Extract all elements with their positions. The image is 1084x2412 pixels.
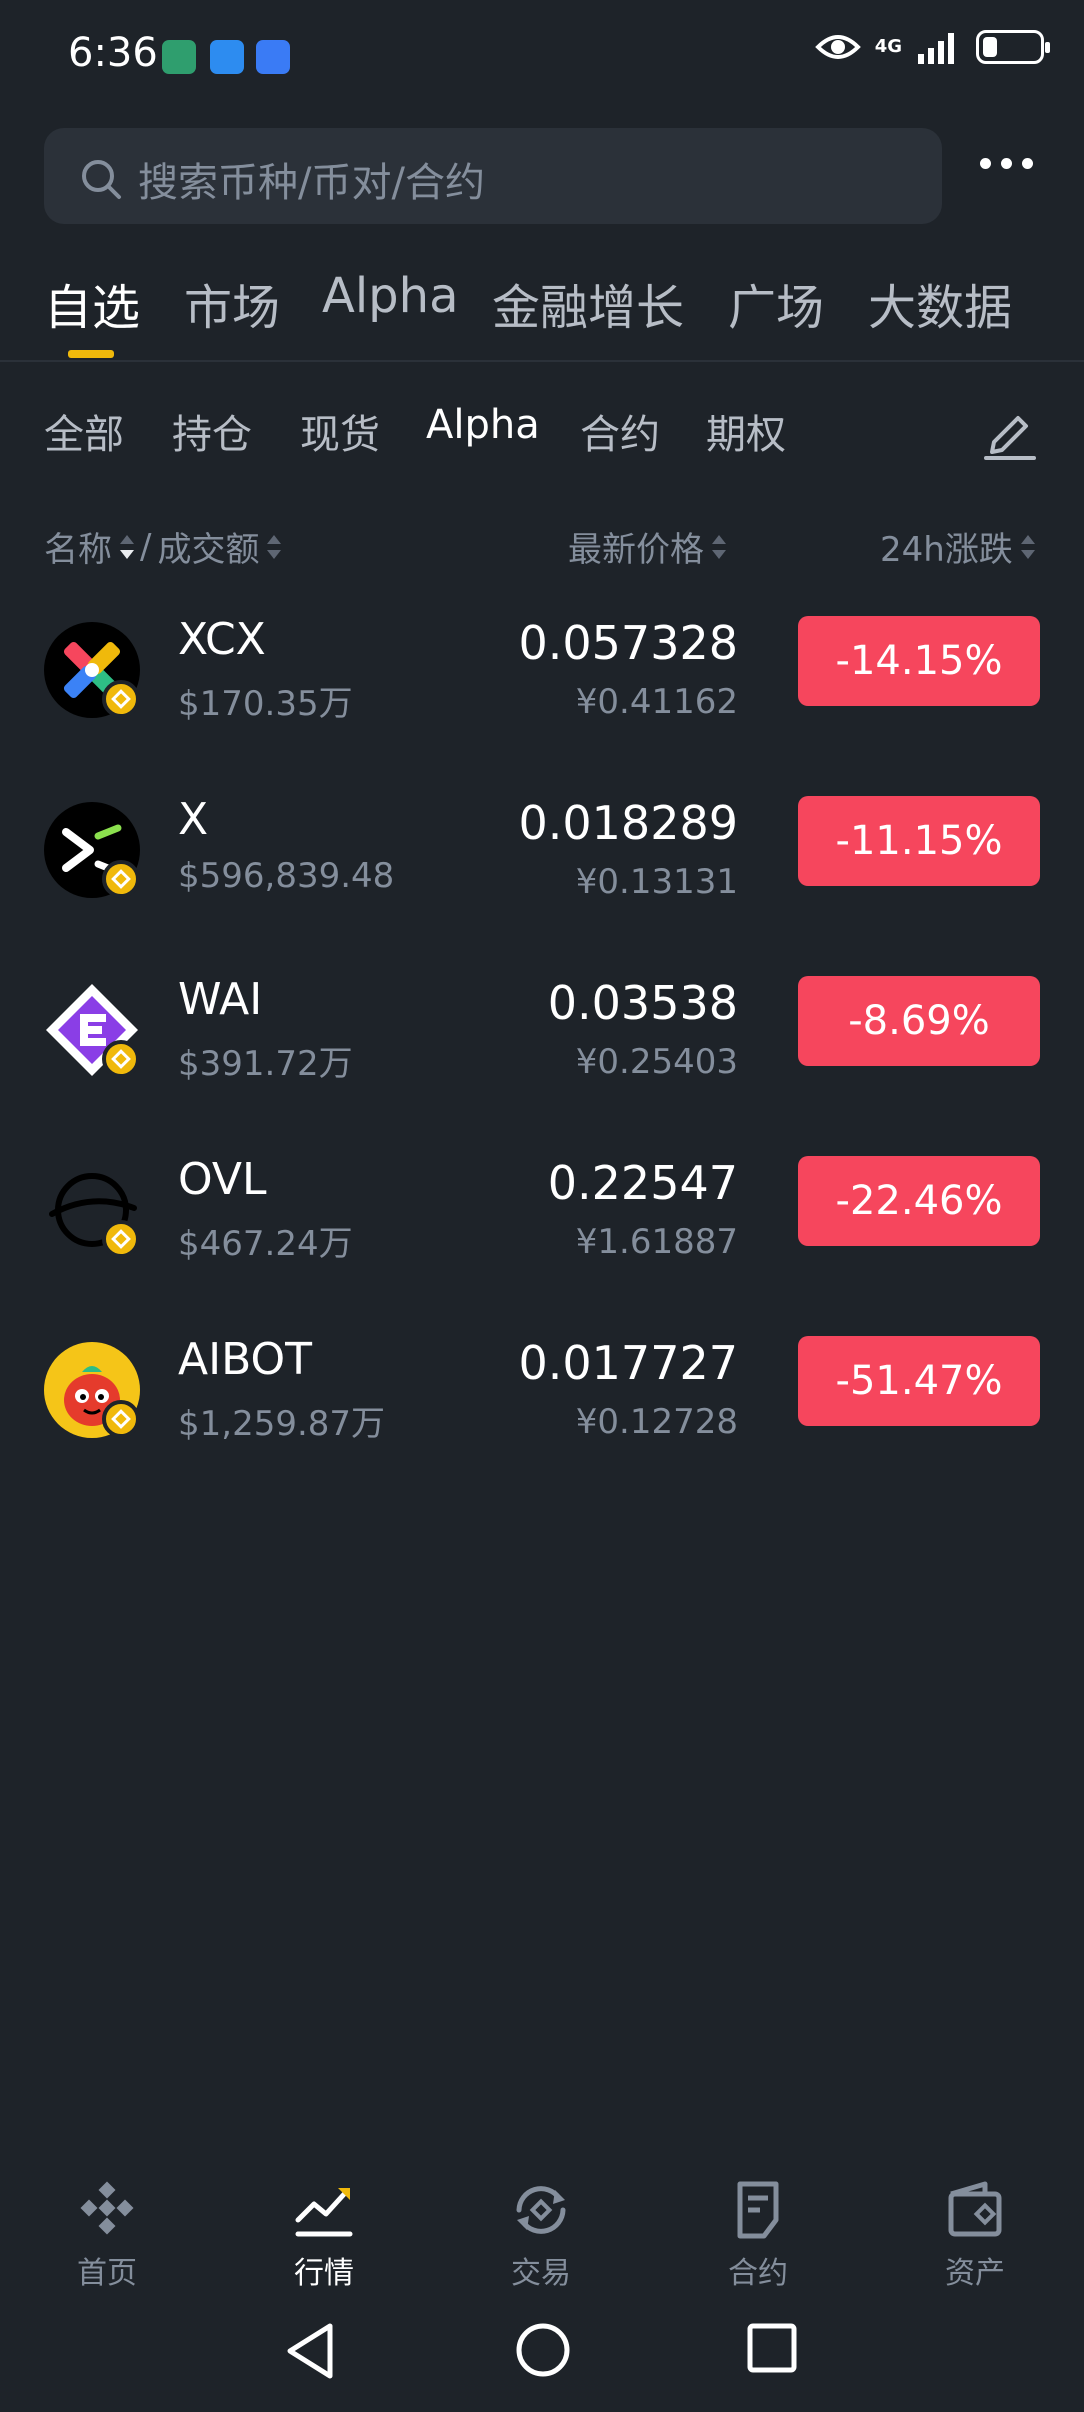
- weather-app-icon: [256, 40, 290, 74]
- list-item[interactable]: AIBOT $1,259.87万 0.017727 ¥0.12728 -51.4…: [0, 1310, 1084, 1490]
- coin-price-cny: ¥0.41162: [575, 682, 738, 722]
- tab-favorites[interactable]: 自选: [44, 268, 140, 338]
- nav-assets[interactable]: 资产: [900, 2180, 1050, 2292]
- coin-volume: $596,839.48: [178, 856, 395, 896]
- header-volume-label: 成交额: [157, 530, 260, 570]
- nav-trade[interactable]: 交易: [466, 2180, 616, 2292]
- futures-doc-icon: [737, 2181, 779, 2239]
- recents-square-icon[interactable]: [746, 2322, 798, 2374]
- coin-price-cny: ¥0.12728: [575, 1402, 738, 1442]
- bnb-chain-badge-icon: [102, 1220, 140, 1258]
- tab-alpha[interactable]: Alpha: [322, 268, 458, 324]
- header-change-label: 24h涨跌: [880, 530, 1013, 570]
- bnb-chain-badge-icon: [102, 860, 140, 898]
- more-menu-icon[interactable]: [980, 158, 1033, 169]
- network-type: 4G: [874, 36, 902, 57]
- nav-home[interactable]: 首页: [32, 2180, 182, 2292]
- nav-futures[interactable]: 合约: [683, 2180, 833, 2292]
- change-badge[interactable]: -51.47%: [798, 1336, 1040, 1426]
- coin-volume: $1,259.87万: [178, 1404, 386, 1444]
- nav-markets[interactable]: 行情: [249, 2180, 399, 2292]
- list-header-name[interactable]: 名称 / 成交额: [44, 522, 282, 571]
- nav-trade-label: 交易: [511, 2256, 571, 2291]
- coin-price: 0.22547: [547, 1156, 738, 1210]
- nav-home-label: 首页: [77, 2256, 137, 2291]
- back-icon[interactable]: [284, 2322, 336, 2380]
- status-time: 6:36: [68, 30, 158, 76]
- tab-market[interactable]: 市场: [184, 268, 280, 338]
- coin-price: 0.03538: [547, 976, 738, 1030]
- coin-symbol: OVL: [178, 1154, 267, 1205]
- bnb-chain-badge-icon: [102, 1040, 140, 1078]
- coin-price: 0.017727: [518, 1336, 739, 1390]
- bnb-chain-badge-icon: [102, 1400, 140, 1438]
- list-header-change[interactable]: 24h涨跌: [880, 522, 1035, 571]
- nav-futures-label: 合约: [728, 2256, 788, 2291]
- coin-price-cny: ¥0.13131: [575, 862, 738, 902]
- subtab-options[interactable]: 期权: [706, 402, 786, 460]
- coin-symbol: AIBOT: [178, 1334, 312, 1385]
- search-icon: [82, 160, 121, 199]
- active-tab-indicator: [68, 350, 114, 358]
- header-price-label: 最新价格: [568, 530, 704, 570]
- sort-icon: [712, 533, 726, 561]
- bnb-chain-badge-icon: [102, 680, 140, 718]
- sort-icon: [1020, 533, 1035, 561]
- coin-symbol: X: [178, 794, 209, 845]
- coin-volume: $391.72万: [178, 1044, 353, 1084]
- coin-price: 0.057328: [518, 616, 739, 670]
- signal-icon: [918, 33, 954, 64]
- binance-home-icon: [80, 2181, 134, 2235]
- change-badge[interactable]: -8.69%: [798, 976, 1040, 1066]
- list-header-price[interactable]: 最新价格: [568, 522, 726, 571]
- markets-chart-icon: [295, 2188, 353, 2237]
- sort-icon: [120, 533, 134, 561]
- subtab-holdings[interactable]: 持仓: [172, 402, 252, 460]
- coin-symbol: XCX: [178, 614, 266, 665]
- coin-symbol: WAI: [178, 974, 263, 1025]
- list-item[interactable]: OVL $467.24万 0.22547 ¥1.61887 -22.46%: [0, 1130, 1084, 1310]
- tab-square[interactable]: 广场: [728, 268, 824, 338]
- change-badge[interactable]: -11.15%: [798, 796, 1040, 886]
- eye-icon: [814, 35, 861, 59]
- list-item[interactable]: WAI $391.72万 0.03538 ¥0.25403 -8.69%: [0, 950, 1084, 1130]
- coin-volume: $467.24万: [178, 1224, 353, 1264]
- trade-icon: [516, 2186, 566, 2234]
- tab-big-data[interactable]: 大数据: [868, 268, 1012, 338]
- status-icons: 4G: [814, 30, 1050, 64]
- coin-volume: $170.35万: [178, 684, 353, 724]
- coin-price: 0.018289: [518, 796, 739, 850]
- edit-icon[interactable]: [982, 404, 1038, 460]
- tab-finance-growth[interactable]: 金融增长: [492, 268, 684, 338]
- header-name-label: 名称: [44, 530, 112, 570]
- subtab-all[interactable]: 全部: [44, 402, 124, 460]
- sort-icon: [267, 533, 282, 561]
- nav-markets-label: 行情: [294, 2256, 354, 2291]
- change-badge[interactable]: -14.15%: [798, 616, 1040, 706]
- nav-assets-label: 资产: [945, 2256, 1005, 2291]
- wallet-icon: [948, 2181, 1002, 2237]
- subtab-futures[interactable]: 合约: [580, 402, 660, 460]
- cloud-app-icon: [210, 40, 244, 74]
- coin-price-cny: ¥0.25403: [575, 1042, 738, 1082]
- change-badge[interactable]: -22.46%: [798, 1156, 1040, 1246]
- notification-app-icon: [162, 40, 196, 74]
- subtab-spot[interactable]: 现货: [300, 402, 380, 460]
- battery-icon: [976, 30, 1050, 64]
- tabs-divider: [0, 360, 1084, 362]
- list-item[interactable]: XCX $170.35万 0.057328 ¥0.41162 -14.15%: [0, 590, 1084, 770]
- search-input[interactable]: 搜索币种/币对/合约: [138, 150, 485, 208]
- list-item[interactable]: X $596,839.48 0.018289 ¥0.13131 -11.15%: [0, 770, 1084, 950]
- header-separator: /: [140, 526, 152, 567]
- home-circle-icon[interactable]: [515, 2322, 571, 2378]
- subtab-alpha[interactable]: Alpha: [426, 402, 540, 448]
- coin-price-cny: ¥1.61887: [575, 1222, 738, 1262]
